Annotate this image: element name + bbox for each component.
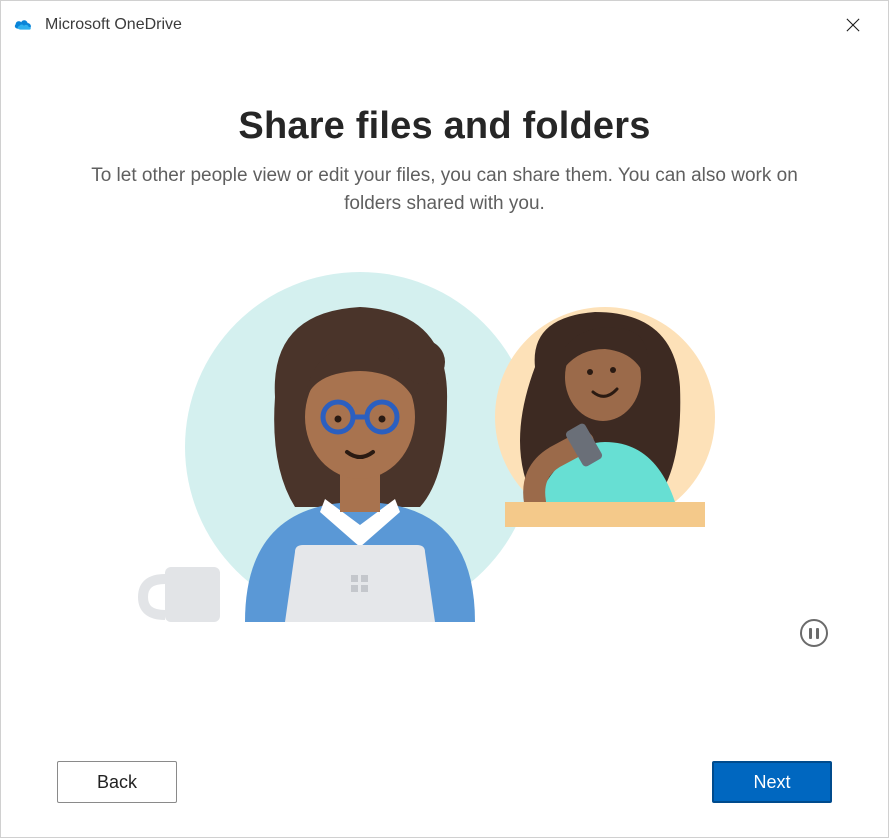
wizard-footer: Back Next (1, 761, 888, 803)
close-icon (846, 18, 860, 32)
onedrive-icon (13, 14, 35, 36)
pause-animation-button[interactable] (800, 619, 828, 647)
app-title: Microsoft OneDrive (45, 16, 182, 34)
illustration (135, 267, 755, 647)
back-button[interactable]: Back (57, 761, 177, 803)
page-subtitle: To let other people view or edit your fi… (65, 162, 825, 217)
wizard-content: Share files and folders To let other peo… (1, 49, 888, 837)
next-button[interactable]: Next (712, 761, 832, 803)
page-heading: Share files and folders (238, 105, 650, 148)
title-bar: Microsoft OneDrive (1, 1, 888, 49)
close-button[interactable] (830, 2, 876, 48)
pause-icon (809, 628, 812, 639)
